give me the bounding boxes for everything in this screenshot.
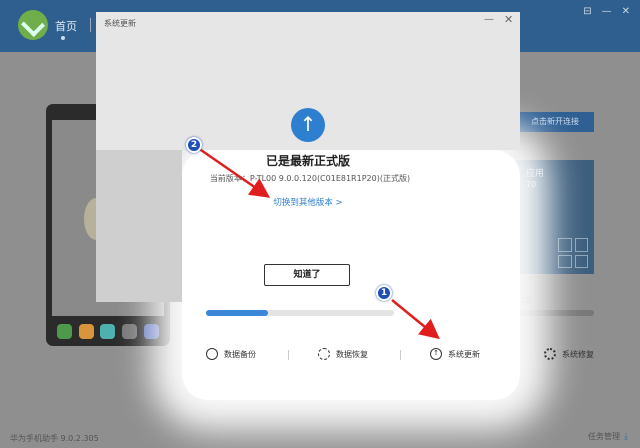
phone-icon — [57, 323, 73, 339]
task-manager-label: 任务管理 — [588, 432, 621, 441]
tool-divider — [288, 350, 289, 360]
callout-badge-2: 2 — [186, 137, 202, 153]
contacts-icon — [78, 323, 94, 339]
dialog-minimize-icon[interactable]: — — [484, 14, 494, 25]
update-dialog-side — [96, 150, 182, 302]
browser-icon — [143, 323, 159, 339]
backup-label: 数据备份 — [224, 349, 256, 359]
tool-divider — [400, 350, 401, 360]
restore-icon — [318, 348, 330, 360]
switch-version-link[interactable]: 切换到其他版本 > — [236, 196, 380, 208]
spotlight-highlight — [182, 150, 520, 400]
restore-label: 数据恢复 — [336, 349, 368, 359]
current-version: 当前版本：P-TL00 9.0.0.120(C01E81R1P20)(正式版) — [209, 174, 411, 183]
system-repair-label: 系统修复 — [562, 349, 594, 359]
arrow-up-icon: ↑ — [291, 108, 325, 142]
phone-dock — [54, 318, 162, 344]
apps-tile-label: 应用 — [526, 169, 545, 179]
nav-divider — [90, 18, 91, 32]
dialog-close-icon[interactable]: ✕ — [504, 13, 513, 26]
apps-tile-count: 70 — [526, 180, 537, 189]
callout-badge-1: 1 — [376, 285, 392, 301]
update-icon: ↑ — [430, 348, 442, 360]
task-manager[interactable]: 任务管理 ⤓ — [588, 431, 628, 442]
download-icon: ⤓ — [624, 431, 628, 442]
ok-button[interactable]: 知道了 — [264, 264, 350, 286]
dialog-title: 系统更新 — [104, 19, 136, 28]
window-menu-icon[interactable]: ⊟ — [583, 6, 591, 17]
nav-active-indicator — [61, 36, 65, 40]
window-controls: ⊟ — ✕ — [583, 6, 630, 17]
update-status-title: 已是最新正式版 — [265, 154, 350, 168]
nav-home[interactable]: 首页 — [55, 18, 77, 34]
update-progress-fill — [206, 310, 269, 316]
messages-icon — [100, 323, 116, 339]
camera-icon — [122, 323, 138, 339]
apps-grid-icon — [558, 238, 588, 268]
system-update-label: 系统更新 — [448, 349, 480, 359]
app-logo — [18, 10, 48, 40]
clock-icon — [206, 348, 218, 360]
app-version: 华为手机助手 9.0.2.305 — [10, 434, 99, 443]
storage-label: GB — [520, 296, 532, 305]
update-progress-bar — [206, 310, 394, 316]
restore-button[interactable]: 数据恢复 — [318, 348, 368, 360]
backup-button[interactable]: 数据备份 — [206, 348, 256, 360]
window-close-icon[interactable]: ✕ — [622, 6, 630, 17]
system-repair-button[interactable]: 系统修复 — [544, 348, 594, 360]
gear-icon — [544, 348, 556, 360]
system-update-button[interactable]: ↑ 系统更新 — [430, 348, 480, 360]
window-minimize-icon[interactable]: — — [602, 6, 612, 17]
new-connection-button[interactable]: 点击新开连接 — [516, 112, 594, 132]
